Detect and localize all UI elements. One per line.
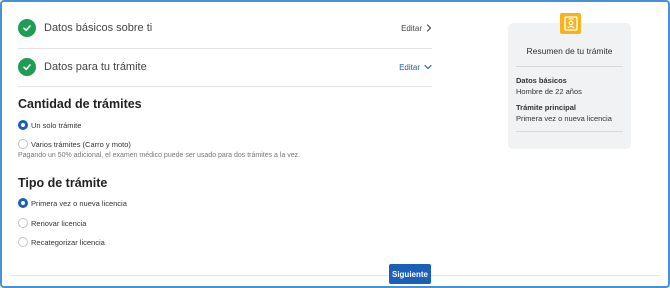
summary-divider [516, 131, 623, 132]
step-title: Datos básicos sobre ti [44, 22, 153, 34]
procedure-type-section-title: Tipo de trámite [18, 176, 108, 190]
summary-basic-value: Hombre de 22 años [516, 87, 582, 96]
chevron-down-icon [424, 64, 432, 70]
radio-label: Renovar licencia [31, 218, 87, 228]
radio-button[interactable] [18, 237, 28, 247]
next-button[interactable]: Siguiente [389, 264, 431, 284]
radio-label: Varios trámites (Carro y moto) [31, 139, 131, 149]
radio-button[interactable] [18, 120, 28, 130]
summary-card: Resumen de tu trámite Datos básicos Homb… [508, 13, 631, 149]
radio-label: Un solo trámite [31, 120, 82, 130]
summary-main-label: Trámite principal [516, 103, 577, 112]
radio-label: Primera vez o nueva licencia [31, 198, 127, 208]
radio-recategorize-license[interactable]: Recategorizar licencia [18, 237, 105, 247]
check-icon [18, 58, 36, 76]
check-icon [18, 19, 36, 37]
divider [18, 86, 432, 87]
summary-main-value: Primera vez o nueva licencia [516, 114, 612, 123]
id-badge-icon [560, 13, 581, 34]
quantity-hint: Pagando un 50% adicional, el examen médi… [18, 152, 301, 159]
radio-single-procedure[interactable]: Un solo trámite [18, 120, 81, 130]
edit-label[interactable]: Editar [401, 24, 422, 33]
radio-multiple-procedures[interactable]: Varios trámites (Carro y moto) [18, 139, 131, 149]
radio-button[interactable] [18, 139, 28, 149]
radio-button[interactable] [18, 218, 28, 228]
footer-divider [10, 275, 660, 276]
edit-procedure-data-link[interactable]: Editar [399, 63, 432, 72]
summary-title: Resumen de tu trámite [526, 46, 613, 56]
quantity-section-title: Cantidad de trámites [18, 97, 142, 111]
step-title: Datos para tu trámite [44, 61, 147, 73]
step-procedure-data: Datos para tu trámite Editar [18, 48, 432, 86]
radio-first-license[interactable]: Primera vez o nueva licencia [18, 198, 127, 208]
summary-divider [516, 66, 623, 67]
summary-basic-label: Datos básicos [516, 76, 567, 85]
step-basic-data: Datos básicos sobre ti Editar [18, 9, 432, 47]
chevron-right-icon [426, 24, 432, 32]
edit-basic-data-link[interactable]: Editar [401, 24, 432, 33]
edit-label[interactable]: Editar [399, 63, 420, 72]
radio-button[interactable] [18, 198, 28, 208]
radio-label: Recategorizar licencia [31, 237, 105, 247]
radio-renew-license[interactable]: Renovar licencia [18, 218, 86, 228]
